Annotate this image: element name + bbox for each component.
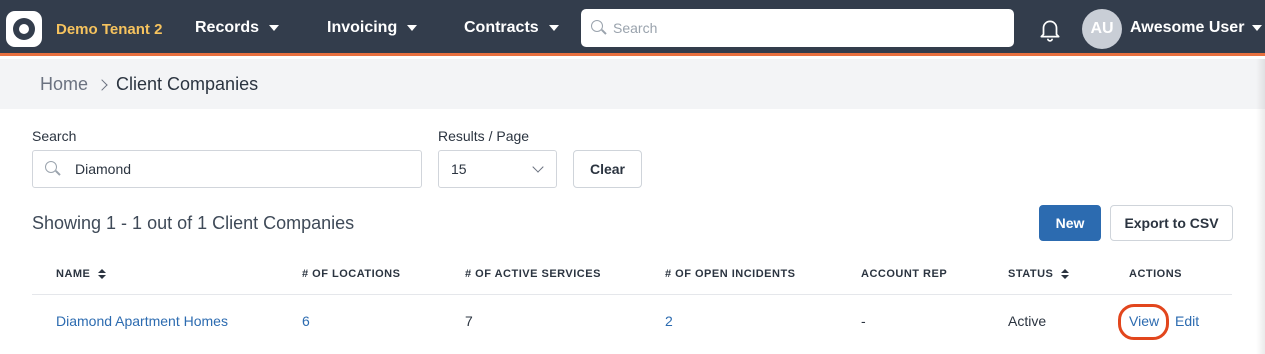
column-header-status[interactable]: STATUS	[1008, 268, 1070, 280]
nav-invoicing-label: Invoicing	[327, 19, 398, 36]
breadcrumb-current: Client Companies	[116, 74, 259, 94]
user-name: Awesome User	[1130, 19, 1245, 36]
table-divider	[32, 294, 1232, 295]
results-per-page-select[interactable]: 15	[438, 150, 557, 188]
nav-records-label: Records	[195, 19, 260, 36]
search-icon	[591, 20, 607, 36]
nav-records[interactable]: Records	[195, 19, 280, 37]
column-header-label: # OF OPEN INCIDENTS	[665, 268, 796, 280]
column-header-actions: ACTIONS	[1129, 268, 1182, 280]
account-rep-value: -	[861, 313, 866, 329]
search-field[interactable]: Diamond	[32, 150, 422, 188]
chevron-down-icon	[407, 25, 418, 31]
nav-contracts-label: Contracts	[464, 19, 539, 36]
column-header-account-rep: ACCOUNT REP	[861, 268, 947, 280]
export-csv-button[interactable]: Export to CSV	[1110, 205, 1233, 241]
locations-count-link[interactable]: 6	[302, 313, 310, 329]
column-header-open-incidents: # OF OPEN INCIDENTS	[665, 268, 796, 280]
chevron-right-icon	[96, 78, 108, 91]
scroll-shadow	[1256, 59, 1265, 354]
company-name-link[interactable]: Diamond Apartment Homes	[56, 313, 228, 329]
results-per-page-label: Results / Page	[438, 128, 530, 144]
search-label: Search	[32, 128, 77, 144]
nav-invoicing[interactable]: Invoicing	[327, 19, 418, 37]
app-logo-icon[interactable]	[6, 11, 42, 47]
column-header-label: # OF LOCATIONS	[302, 268, 401, 280]
chevron-down-icon	[1252, 25, 1263, 31]
nav-contracts[interactable]: Contracts	[464, 19, 559, 37]
column-header-active-services: # OF ACTIVE SERVICES	[465, 268, 601, 280]
results-per-page-value: 15	[451, 161, 467, 177]
new-button[interactable]: New	[1039, 205, 1101, 241]
column-header-label: # OF ACTIVE SERVICES	[465, 268, 601, 280]
column-header-label: STATUS	[1008, 268, 1054, 280]
chevron-down-icon	[532, 161, 544, 173]
column-header-name[interactable]: NAME	[56, 268, 107, 280]
chevron-down-icon	[548, 25, 559, 31]
column-header-label: ACCOUNT REP	[861, 268, 948, 280]
edit-link[interactable]: Edit	[1175, 313, 1199, 329]
column-header-label: NAME	[56, 268, 91, 280]
global-search	[581, 9, 1014, 47]
results-summary: Showing 1 - 1 out of 1 Client Companies	[32, 213, 355, 233]
highlight-circle	[1118, 304, 1169, 340]
top-navbar: Demo Tenant 2 Records Invoicing Contract…	[0, 0, 1265, 56]
breadcrumb-home[interactable]: Home	[40, 74, 88, 95]
column-header-label: ACTIONS	[1129, 268, 1182, 280]
breadcrumb-bar: Home Client Companies	[0, 59, 1265, 109]
sort-icon	[98, 269, 107, 279]
open-incidents-link[interactable]: 2	[665, 313, 673, 329]
tenant-name[interactable]: Demo Tenant 2	[56, 21, 162, 38]
global-search-input[interactable]	[613, 20, 993, 36]
search-icon	[45, 161, 61, 177]
breadcrumb: Home Client Companies	[40, 74, 258, 95]
clear-button[interactable]: Clear	[573, 150, 642, 188]
sort-icon	[1061, 269, 1070, 279]
avatar[interactable]: AU	[1082, 9, 1122, 49]
active-services-count: 7	[465, 313, 473, 329]
status-value: Active	[1008, 313, 1047, 329]
bell-icon[interactable]	[1037, 16, 1063, 42]
chevron-down-icon	[269, 25, 280, 31]
user-menu[interactable]: Awesome User	[1130, 19, 1263, 37]
column-header-locations: # OF LOCATIONS	[302, 268, 400, 280]
search-input-value: Diamond	[75, 161, 132, 177]
